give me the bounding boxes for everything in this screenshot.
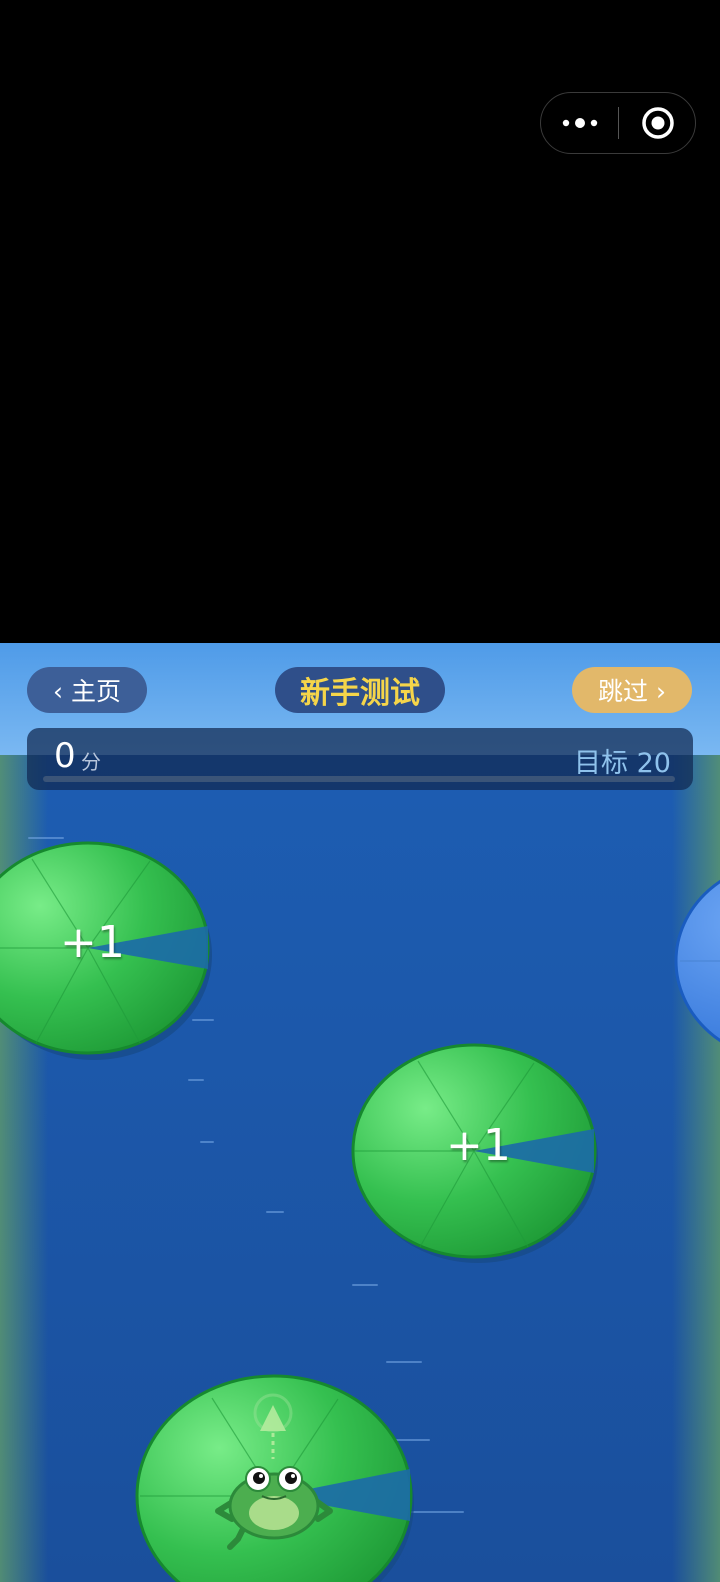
score-unit: 分 [81, 750, 101, 774]
more-button[interactable] [541, 93, 618, 152]
lily-pad-points: +1 [446, 1120, 511, 1171]
game-canvas[interactable]: +1 +1 ‹ 主页 新手测试 跳过 › 0 分 目标 20 [0, 643, 720, 1582]
target-score: 目标 20 [574, 748, 671, 779]
score-progress-track [43, 776, 675, 782]
score-bar: 0 分 目标 20 [27, 728, 693, 790]
lily-pad-points: +1 [60, 917, 125, 968]
level-title: 新手测试 [275, 667, 445, 713]
more-dots-icon [562, 117, 597, 128]
mini-program-capsule [540, 92, 696, 154]
blue-lily-pad[interactable] [674, 861, 720, 1061]
target-close-icon [641, 106, 674, 139]
score-value: 0 [54, 736, 76, 776]
skip-button[interactable]: 跳过 › [572, 667, 692, 713]
close-button[interactable] [619, 93, 696, 152]
home-button[interactable]: ‹ 主页 [27, 667, 147, 713]
